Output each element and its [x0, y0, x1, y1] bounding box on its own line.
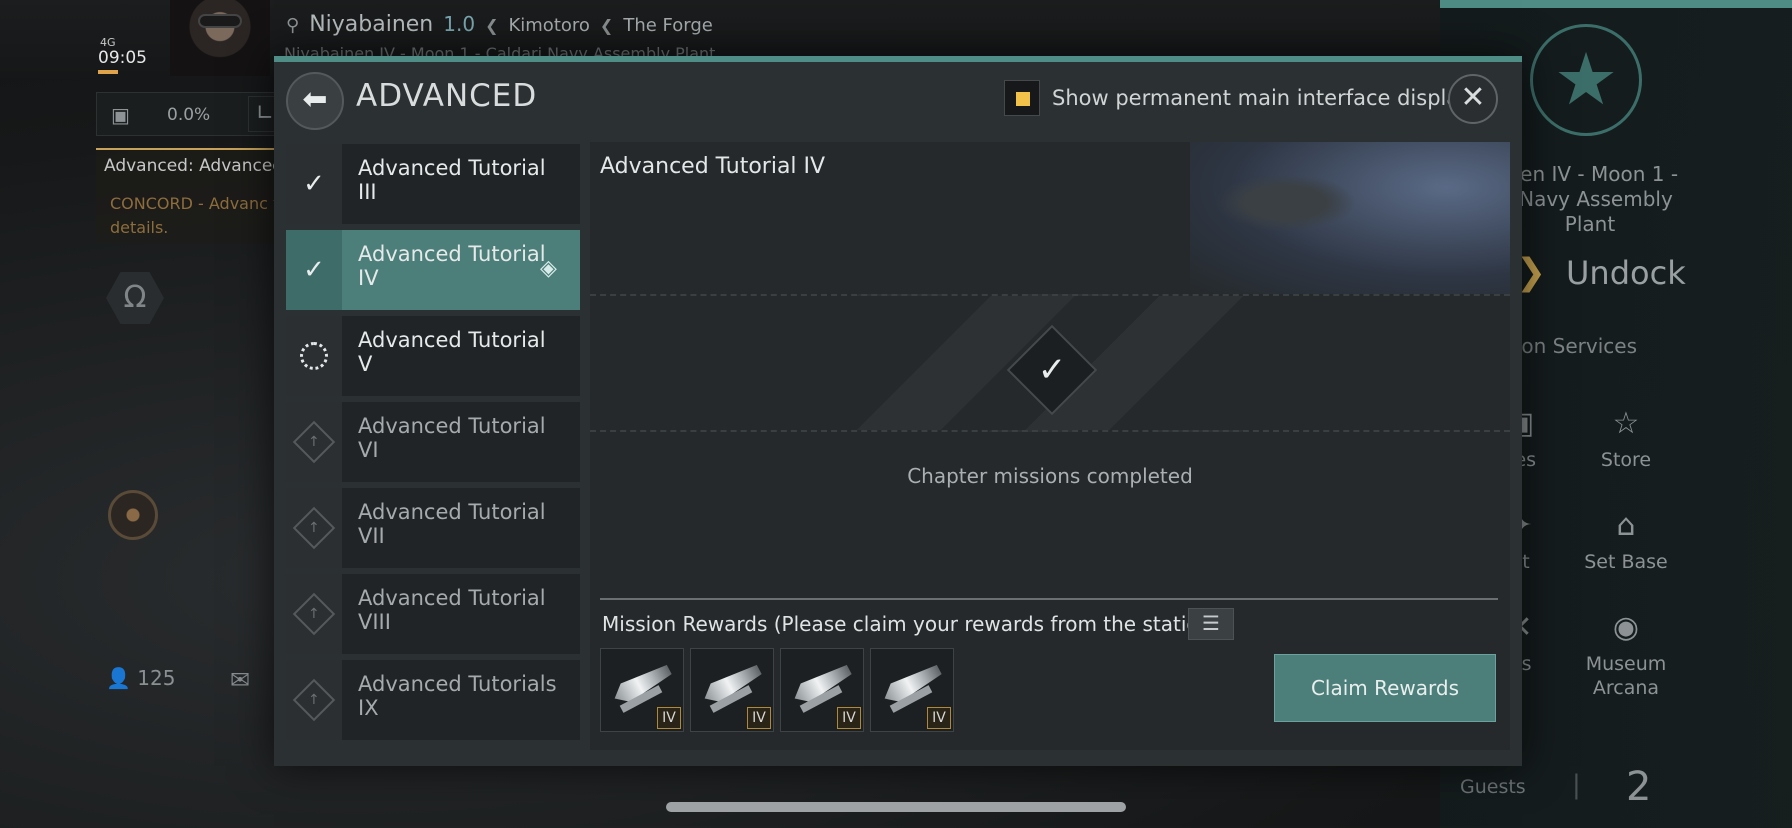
service-label: Set Base [1584, 551, 1668, 573]
services-heading: tion Services [1508, 334, 1638, 358]
mission-item[interactable]: Advanced Tutorial V [286, 316, 580, 396]
mission-item-label: Advanced Tutorial III [358, 156, 546, 204]
mission-item-label: Advanced Tutorial VI [358, 414, 546, 462]
reward-item[interactable]: IV [870, 648, 954, 732]
mission-tracker[interactable]: Advanced: Advanced CONCORD - Advanc view… [96, 148, 310, 244]
show-permanent-toggle[interactable]: Show permanent main interface display [1004, 80, 1472, 116]
chevron-left-icon: ❮ [485, 16, 499, 35]
locked-diamond-icon: ↑ [292, 678, 336, 722]
constellation-name: Kimotoro [508, 15, 590, 36]
helmet-icon: ◉ [1612, 610, 1640, 645]
undock-label: Undock [1566, 254, 1686, 292]
mission-item-label: Advanced Tutorials IX [358, 672, 557, 720]
tier-badge: IV [747, 707, 771, 729]
advanced-missions-dialog: ⬅ ADVANCED Show permanent main interface… [274, 56, 1522, 766]
header-artwork [1190, 142, 1510, 294]
goggles [198, 14, 242, 28]
progress-ring [300, 342, 328, 370]
claim-rewards-button[interactable]: Claim Rewards [1274, 654, 1496, 722]
mission-tracker-title: Advanced: Advanced [104, 156, 284, 176]
tag-icon: ◈ [540, 256, 557, 281]
service-set-base[interactable]: ⌂ Set Base [1566, 506, 1686, 574]
battery-bar [98, 70, 118, 74]
target-icon[interactable] [108, 490, 158, 540]
dialog-title: ADVANCED [356, 78, 538, 114]
back-button[interactable]: ⬅ [286, 72, 344, 130]
security-status: 1.0 [443, 12, 476, 36]
close-button[interactable]: ✕ [1448, 74, 1498, 124]
guests-count: 2 [1626, 764, 1652, 810]
clock: 09:05 [98, 48, 147, 68]
omega-icon[interactable]: Ω [106, 272, 164, 324]
mission-item-label: Advanced Tutorial VII [358, 500, 546, 548]
solar-system-name: Niyabainen [309, 12, 434, 37]
tier-badge: IV [837, 707, 861, 729]
chevron-left-icon: ❮ [599, 16, 614, 35]
locked-diamond-icon: ↑ [292, 420, 336, 464]
cargo-percent: 0.0% [167, 105, 211, 125]
location-pin-icon: ⚲ [286, 15, 300, 36]
undock-button[interactable]: Undock [1520, 254, 1686, 292]
service-museum-arcana[interactable]: ◉ Museum Arcana [1566, 608, 1686, 700]
station-panel-accent [1440, 0, 1792, 8]
mission-item-locked[interactable]: ↑ Advanced Tutorial VIII [286, 574, 580, 654]
guests-label: Guests [1460, 776, 1526, 798]
service-label: Store [1600, 449, 1652, 471]
mission-item-locked[interactable]: ↑ Advanced Tutorial VII [286, 488, 580, 568]
rewards-list-button[interactable]: ☰ [1188, 608, 1234, 640]
mission-detail-panel: Advanced Tutorial IV ✓ Chapter missions … [590, 142, 1510, 750]
mission-item-locked[interactable]: ↑ Advanced Tutorials IX [286, 660, 580, 740]
in-progress-icon [286, 316, 342, 396]
mission-item-selected[interactable]: ✓ Advanced Tutorial IV ◈ [286, 230, 580, 310]
home-indicator[interactable] [666, 802, 1126, 812]
completed-text: Chapter missions completed [907, 464, 1193, 488]
check-icon: ✓ [1037, 350, 1067, 390]
mission-item[interactable]: ✓ Advanced Tutorial III [286, 144, 580, 224]
home-icon: ⌂ [1616, 508, 1636, 543]
character-portrait[interactable] [170, 0, 270, 76]
check-icon: ✓ [286, 144, 342, 224]
back-arrow-icon: ⬅ [302, 82, 328, 117]
reward-item[interactable]: IV [600, 648, 684, 732]
mission-item-label: Advanced Tutorial V [358, 328, 546, 376]
list-icon: ☰ [1202, 611, 1220, 635]
tier-badge: IV [657, 707, 681, 729]
detail-title: Advanced Tutorial IV [600, 154, 826, 179]
nes-star-icon: ☆ [1612, 406, 1640, 441]
toggle-checkbox[interactable] [1004, 80, 1040, 116]
mission-item-locked[interactable]: ↑ Advanced Tutorial VI [286, 402, 580, 482]
people-count: 👤 125 [106, 666, 176, 690]
divider [600, 598, 1498, 600]
station-panel-name: inen IV - Moon 1 - i Navy Assembly Plant [1501, 162, 1679, 236]
region-name: The Forge [623, 15, 713, 36]
mail-icon[interactable]: ✉ [230, 666, 250, 694]
location-breadcrumb[interactable]: ⚲ Niyabainen 1.0 ❮ Kimotoro ❮ The Forge [286, 12, 713, 37]
locked-diamond-icon: ↑ [292, 506, 336, 550]
toggle-label: Show permanent main interface display [1052, 86, 1472, 110]
locked-diamond-icon: ↑ [292, 592, 336, 636]
service-store[interactable]: ☆ Store [1566, 404, 1686, 472]
check-icon: ✓ [286, 230, 342, 310]
tier-badge: IV [927, 707, 951, 729]
people-count-value: 125 [137, 666, 176, 690]
close-icon: ✕ [1460, 80, 1486, 115]
corporation-star-icon: ★ [1530, 24, 1642, 136]
service-label: Museum Arcana [1585, 653, 1667, 699]
reward-item[interactable]: IV [780, 648, 864, 732]
divider: | [1572, 770, 1581, 800]
mission-item-label: Advanced Tutorial VIII [358, 586, 546, 634]
mission-item-label: Advanced Tutorial IV [358, 242, 546, 290]
reward-item[interactable]: IV [690, 648, 774, 732]
mission-list[interactable]: ✓ Advanced Tutorial III ✓ Advanced Tutor… [286, 144, 580, 750]
rewards-label: Mission Rewards (Please claim your rewar… [602, 612, 1220, 636]
cargo-cube-icon: ▣ [111, 103, 130, 127]
